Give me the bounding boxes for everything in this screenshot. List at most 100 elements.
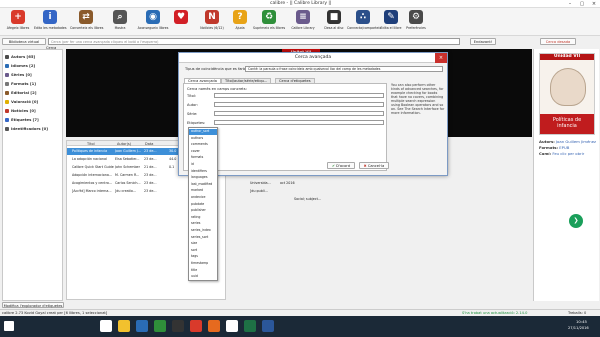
table-column-header[interactable]: Data (145, 142, 153, 146)
dropdown-option[interactable]: author_sort (189, 129, 217, 135)
taskbar-app-icon[interactable] (100, 320, 112, 332)
dropdown-option[interactable]: series_sort (189, 235, 217, 241)
dialog-close-button[interactable]: × (435, 53, 447, 63)
toolbar-button-9[interactable]: ≡ Calibre Library (287, 9, 319, 35)
tags-field-input[interactable] (214, 120, 384, 125)
toolbar-button-10[interactable]: ■ Desa al disc (318, 9, 350, 35)
tag-category-item[interactable]: Identificadors [0] (5, 126, 48, 131)
tag-category-label: Valoració [0] (11, 99, 39, 104)
dropdown-option[interactable]: title (189, 268, 217, 274)
dropdown-option[interactable]: size (189, 241, 217, 247)
dropdown-option[interactable]: languages (189, 175, 217, 181)
dropdown-option[interactable]: ondevice (189, 195, 217, 201)
tag-category-item[interactable]: Notícies [0] (5, 108, 36, 113)
path-link[interactable]: Feu clic per obrir (552, 151, 584, 156)
close-window-button[interactable]: × (588, 0, 600, 8)
field-name-dropdown[interactable]: author_sort authors comments cover formats id… (188, 127, 218, 281)
table-cell-date: 23 de... (144, 149, 157, 153)
formats-link[interactable]: EPUB (559, 145, 569, 150)
dropdown-option[interactable]: last_modified (189, 182, 217, 188)
tag-category-label: Etiquetes [7] (11, 117, 39, 122)
taskbar-app-icon[interactable] (208, 320, 220, 332)
taskbar-app-icon[interactable] (172, 320, 184, 332)
virtual-library-label: Biblioteca virtual (8, 40, 40, 44)
maximize-button[interactable]: ▢ (576, 0, 588, 8)
taskbar-app-icon[interactable] (262, 320, 274, 332)
tag-category-icon (5, 118, 9, 122)
dropdown-option[interactable]: series (189, 221, 217, 227)
dropdown-option[interactable]: tags (189, 254, 217, 260)
start-windows-icon[interactable] (4, 321, 14, 331)
jobs-indicator[interactable]: Treballs: 0 (568, 311, 586, 315)
book-cover[interactable]: Unidad VII Políticas de infancia (539, 53, 595, 135)
tag-category-item[interactable]: Valoració [0] (5, 99, 38, 104)
toolbar-button-2[interactable]: ⇄ Converteix els llibres (70, 9, 103, 35)
tag-category-icon (5, 91, 9, 95)
book-details-panel: Unidad VII Políticas de infancia Autors:… (533, 49, 599, 301)
toolbar-button-label: Afegeix llibres (6, 26, 30, 30)
search-input[interactable]: Cerca (per fer una cerca avançada clique… (48, 38, 460, 45)
dropdown-option[interactable]: authors (189, 136, 217, 142)
modify-tag-browser-button[interactable]: Modifica l'explorador d'etiquetes (2, 302, 64, 308)
dropdown-option[interactable]: marked (189, 188, 217, 194)
tag-category-item[interactable]: Etiquetes [7] (5, 117, 39, 122)
toolbar-button-13[interactable]: ⚙ Preferències (400, 9, 432, 35)
publisher-cell: Universida... (250, 181, 271, 185)
dropdown-option[interactable]: timestamp (189, 261, 217, 267)
taskbar-app-icon[interactable] (244, 320, 256, 332)
toolbar-button-7[interactable]: ? Ajuda (224, 9, 256, 35)
toolbar-button-5[interactable]: ♥ (165, 9, 197, 35)
dropdown-option[interactable]: formats (189, 155, 217, 161)
author-field-input[interactable] (214, 102, 384, 107)
tag-category-item[interactable]: Sèries [0] (5, 72, 32, 77)
saved-search-go-button[interactable]: Endavant! (470, 38, 496, 45)
taskbar-time: 10:45 (576, 319, 587, 324)
dropdown-option[interactable]: identifiers (189, 169, 217, 175)
table-cell-title: Adopción internaciona... (72, 173, 113, 177)
tag-category-item[interactable]: Formats [1] (5, 81, 36, 86)
table-column-header[interactable]: Autor(s) (117, 142, 131, 146)
title-field-input[interactable] (214, 93, 384, 98)
tag-category-item[interactable]: Autors [65] (5, 54, 35, 59)
toolbar-button-8[interactable]: ♻ Suprimeix els llibres (253, 9, 285, 35)
series-field-input[interactable] (214, 111, 384, 116)
restrict-label: Cerca desada (545, 40, 571, 44)
toolbar-button-0[interactable]: + Afegeix llibres (2, 9, 34, 35)
dropdown-option[interactable]: series_index (189, 228, 217, 234)
dropdown-option[interactable]: sort (189, 248, 217, 254)
taskbar-app-icon[interactable] (226, 320, 238, 332)
dropdown-option[interactable]: pubdate (189, 202, 217, 208)
dropdown-option[interactable]: uuid (189, 274, 217, 280)
match-mode-select[interactable]: Conté: la paraula o frase coincideix amb… (245, 66, 443, 72)
restrict-saved-search-button[interactable]: Cerca desada (540, 38, 576, 45)
remove-books-icon: ♻ (262, 10, 276, 24)
taskbar-app-icon[interactable] (190, 320, 202, 332)
tag-category-icon (5, 64, 9, 68)
taskbar-app-icon[interactable] (118, 320, 130, 332)
dropdown-option[interactable]: rating (189, 215, 217, 221)
ok-button[interactable]: ✔ D'acord (327, 162, 355, 169)
update-available-link[interactable]: S'ha trobat una actualització: 2.14.0 (462, 311, 527, 315)
tag-category-label: Identificadors [0] (11, 126, 49, 131)
dropdown-option[interactable]: publisher (189, 208, 217, 214)
virtual-library-button[interactable]: Biblioteca virtual (2, 38, 46, 45)
saved-search-go-label: Endavant! (473, 40, 493, 44)
minimize-button[interactable]: – (564, 0, 576, 8)
table-cell-author: Joan Guillem J... (115, 149, 141, 153)
floating-action-icon[interactable]: ❯ (569, 214, 583, 228)
preferences-icon: ⚙ (409, 10, 423, 24)
dropdown-option[interactable]: id (189, 162, 217, 168)
tag-browser: Autors [65] Idiomes [2] Sèries [0] Formats … (2, 49, 63, 301)
toolbar-button-label: Desa al disc (324, 26, 344, 30)
cancel-button[interactable]: ✖ Cancel·la (359, 162, 389, 169)
tag-category-item[interactable]: Editorial [2] (5, 90, 37, 95)
taskbar-app-icon[interactable] (136, 320, 148, 332)
toolbar-button-1[interactable]: i Edita les metadades (34, 9, 67, 35)
taskbar-app-icon[interactable] (154, 320, 166, 332)
tag-category-item[interactable]: Idiomes [2] (5, 63, 35, 68)
dropdown-option[interactable]: cover (189, 149, 217, 155)
toolbar-button-3[interactable]: ⌕ Mostra (104, 9, 136, 35)
authors-link[interactable]: Joan Guillem Jiménez (556, 139, 596, 144)
dropdown-option[interactable]: comments (189, 142, 217, 148)
table-column-header[interactable]: Títol (87, 142, 95, 146)
